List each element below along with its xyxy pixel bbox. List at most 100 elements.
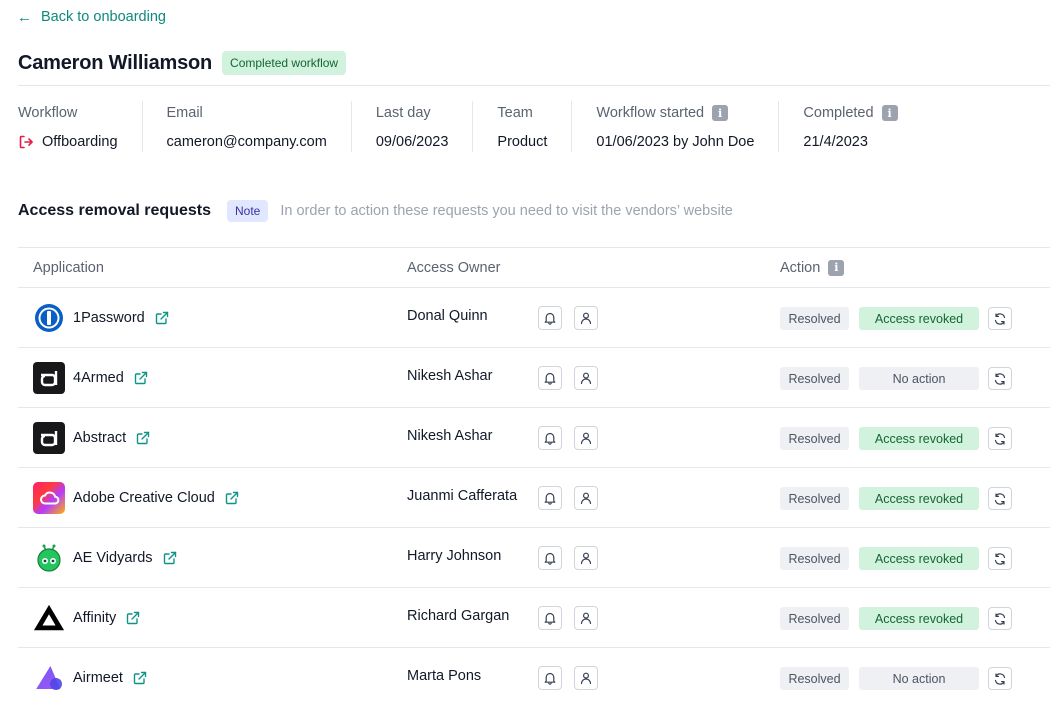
resolved-button[interactable]: Resolved	[780, 307, 849, 330]
resolved-button[interactable]: Resolved	[780, 427, 849, 450]
refresh-button[interactable]	[988, 607, 1012, 630]
refresh-icon	[993, 552, 1007, 566]
access-removal-table: Application Access Owner Action i 1Passw…	[18, 247, 1050, 707]
external-link-icon[interactable]	[155, 311, 169, 325]
notify-owner-button[interactable]	[538, 306, 562, 330]
meta-label: Last day	[375, 105, 431, 121]
assign-owner-button[interactable]	[574, 306, 598, 330]
user-icon	[579, 311, 593, 325]
refresh-button[interactable]	[988, 367, 1012, 390]
assign-owner-button[interactable]	[574, 366, 598, 390]
column-header-action: Action i	[780, 259, 845, 276]
external-link-icon[interactable]	[225, 491, 239, 505]
refresh-button[interactable]	[988, 667, 1012, 690]
application-name: Abstract	[73, 430, 127, 446]
user-icon	[579, 551, 593, 565]
assign-owner-button[interactable]	[574, 546, 598, 570]
workflow-meta: Workflow Offboarding Email cameron@compa…	[18, 101, 922, 152]
table-row: 1Password Donal Quinn Resolved Access revok…	[18, 288, 1050, 348]
meta-workflow: Workflow Offboarding	[18, 101, 142, 152]
external-link-icon[interactable]	[133, 671, 147, 685]
meta-label: Workflow	[18, 105, 78, 121]
access-state-badge: Access revoked	[859, 607, 979, 630]
assign-owner-button[interactable]	[574, 666, 598, 690]
refresh-button[interactable]	[988, 307, 1012, 330]
application-name: Adobe Creative Cloud	[73, 490, 215, 506]
meta-completed: Completed i 21/4/2023	[778, 101, 921, 152]
notify-owner-button[interactable]	[538, 426, 562, 450]
table-row: Abstract Nikesh Ashar Resolved Access revok…	[18, 408, 1050, 468]
access-owner-name: Donal Quinn	[407, 308, 488, 324]
refresh-icon	[993, 432, 1007, 446]
meta-email: Email cameron@company.com	[141, 101, 351, 152]
user-icon	[579, 431, 593, 445]
resolved-button[interactable]: Resolved	[780, 487, 849, 510]
refresh-button[interactable]	[988, 487, 1012, 510]
notify-owner-button[interactable]	[538, 546, 562, 570]
meta-label: Email	[166, 105, 203, 121]
refresh-button[interactable]	[988, 547, 1012, 570]
refresh-icon	[993, 312, 1007, 326]
refresh-button[interactable]	[988, 427, 1012, 450]
info-icon[interactable]: i	[881, 105, 898, 121]
application-cell: Airmeet	[33, 662, 147, 694]
assign-owner-button[interactable]	[574, 486, 598, 510]
meta-label-text: Completed	[803, 105, 874, 121]
meta-label-text: Workflow started	[596, 105, 705, 121]
application-name: AE Vidyards	[73, 550, 153, 566]
access-removal-header: Access removal requests Note In order to…	[18, 200, 733, 222]
info-icon[interactable]: i	[712, 105, 729, 121]
application-cell: Adobe Creative Cloud	[33, 482, 239, 514]
notify-owner-button[interactable]	[538, 606, 562, 630]
bell-icon	[543, 371, 557, 385]
user-icon	[579, 611, 593, 625]
title-row: Cameron Williamson Completed workflow	[18, 51, 347, 75]
external-link-icon[interactable]	[134, 371, 148, 385]
application-cell: AE Vidyards	[33, 542, 177, 574]
section-title: Access removal requests	[18, 202, 211, 219]
notify-owner-button[interactable]	[538, 486, 562, 510]
page-title: Cameron Williamson	[18, 51, 213, 74]
access-state-badge: Access revoked	[859, 307, 979, 330]
assign-owner-button[interactable]	[574, 426, 598, 450]
resolved-button[interactable]: Resolved	[780, 367, 849, 390]
info-icon[interactable]: i	[828, 259, 845, 276]
bell-icon	[543, 491, 557, 505]
access-owner-name: Marta Pons	[407, 668, 482, 684]
note-badge: Note	[227, 200, 269, 222]
external-link-icon[interactable]	[163, 551, 177, 565]
resolved-button[interactable]: Resolved	[780, 607, 849, 630]
table-row: 4Armed Nikesh Ashar Resolved No action	[18, 348, 1050, 408]
access-owner-name: Nikesh Ashar	[407, 428, 493, 444]
access-state-badge: No action	[859, 367, 979, 390]
table-body: 1Password Donal Quinn Resolved Access revok…	[18, 288, 1050, 707]
status-badge: Completed workflow	[222, 51, 347, 75]
user-icon	[579, 671, 593, 685]
meta-team-value: Product	[497, 134, 548, 150]
refresh-icon	[993, 672, 1007, 686]
application-cell: 4Armed	[33, 362, 148, 394]
external-link-icon[interactable]	[126, 611, 140, 625]
resolved-button[interactable]: Resolved	[780, 547, 849, 570]
access-state-badge: Access revoked	[859, 487, 979, 510]
divider	[18, 85, 1050, 86]
meta-team: Team Product	[472, 101, 571, 152]
column-header-access-owner: Access Owner	[407, 259, 501, 276]
access-state-badge: No action	[859, 667, 979, 690]
access-state-badge: Access revoked	[859, 427, 979, 450]
meta-label: Team	[497, 105, 533, 121]
arrow-left-icon: ←	[17, 8, 32, 26]
column-header-application: Application	[33, 259, 104, 276]
user-icon	[579, 491, 593, 505]
notify-owner-button[interactable]	[538, 366, 562, 390]
back-to-onboarding-link[interactable]: ← Back to onboarding	[17, 9, 166, 25]
resolved-button[interactable]: Resolved	[780, 667, 849, 690]
external-link-icon[interactable]	[136, 431, 150, 445]
assign-owner-button[interactable]	[574, 606, 598, 630]
notify-owner-button[interactable]	[538, 666, 562, 690]
bell-icon	[543, 671, 557, 685]
onepassword-logo-icon	[33, 302, 65, 334]
application-cell: Abstract	[33, 422, 150, 454]
meta-workflow-value: Offboarding	[42, 134, 118, 150]
application-name: Airmeet	[73, 670, 123, 686]
